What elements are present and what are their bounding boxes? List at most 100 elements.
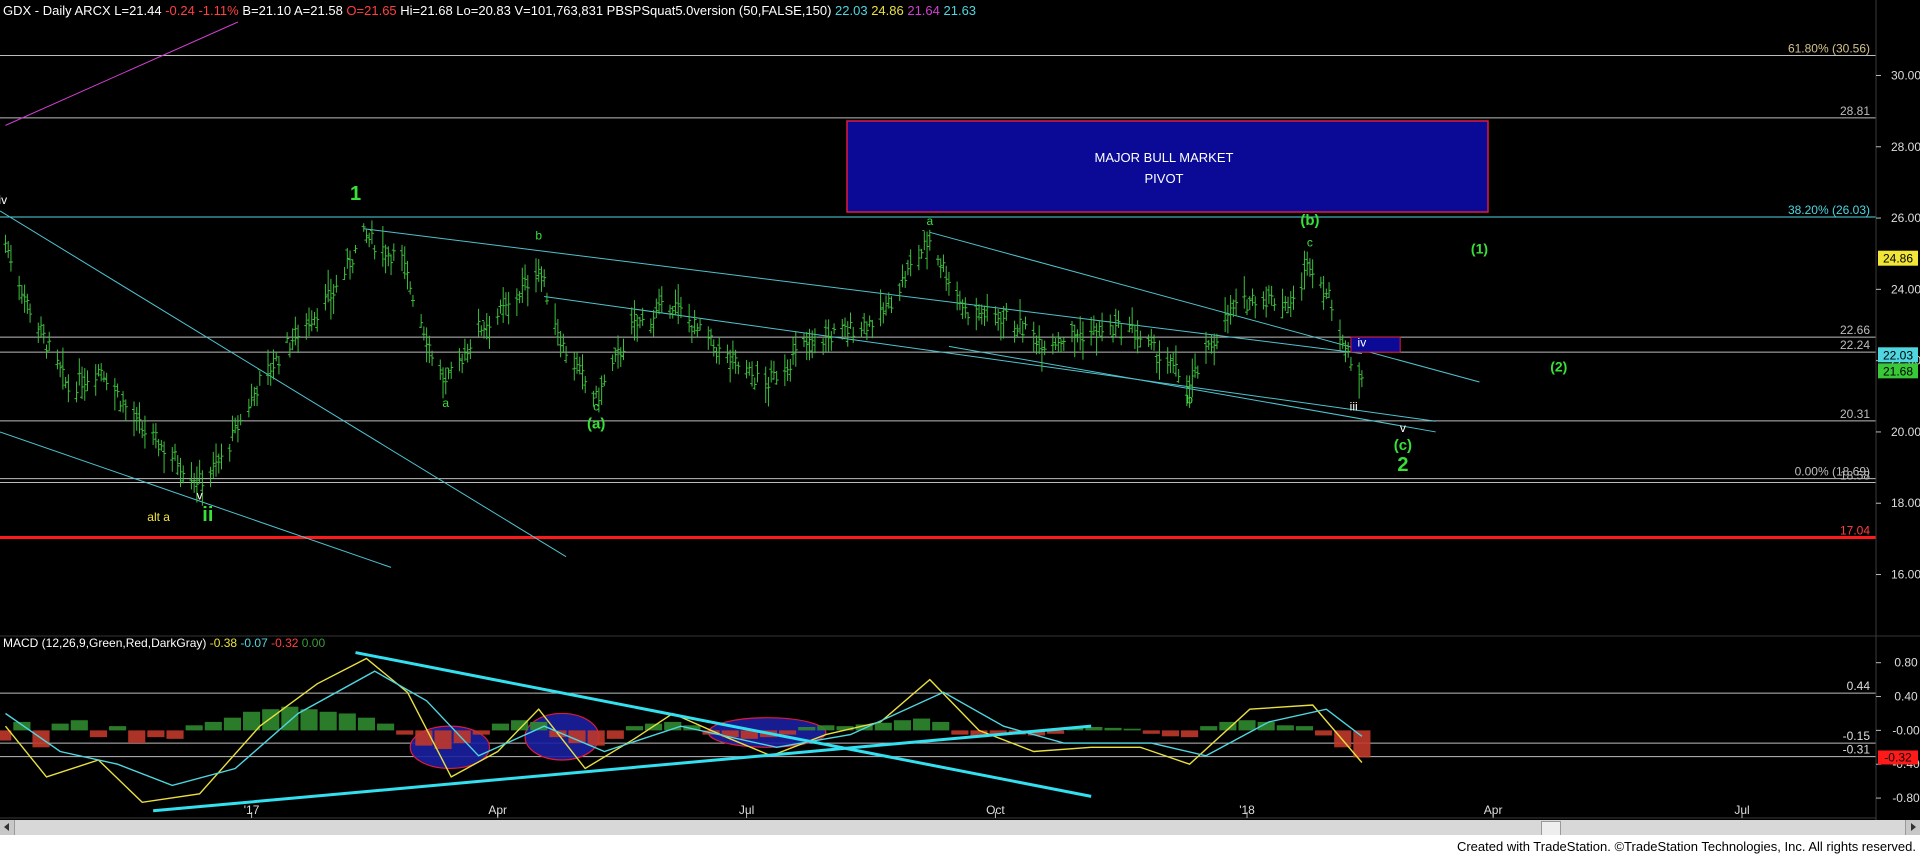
price-bar	[58, 361, 63, 378]
price-bar	[307, 307, 312, 337]
price-bar	[635, 313, 640, 342]
price-bar	[208, 466, 213, 488]
header-field: L=21.44	[111, 3, 162, 18]
price-bar	[1327, 282, 1332, 298]
macd-histogram-bar	[1353, 730, 1371, 758]
price-bar	[782, 354, 787, 387]
price-bar	[905, 259, 910, 276]
price-bar	[290, 328, 295, 351]
price-bar	[730, 340, 735, 370]
price-bar	[1146, 334, 1151, 348]
price-bar	[840, 318, 845, 340]
price-bar	[82, 368, 87, 401]
price-bar	[3, 234, 8, 253]
price-bar	[1250, 288, 1255, 306]
macd-histogram-bar	[89, 730, 108, 738]
trend-line	[0, 431, 392, 568]
header-field: -0.38	[206, 636, 237, 650]
price-bar	[766, 376, 771, 407]
price-bar	[1059, 337, 1064, 353]
macd-histogram-bar	[70, 720, 88, 731]
price-tag-label: 22.03	[1883, 348, 1913, 362]
wave-label: b	[535, 228, 542, 242]
price-bar	[443, 367, 448, 395]
price-bar	[1173, 345, 1178, 377]
price-bar	[364, 229, 369, 244]
price-bar	[1070, 321, 1074, 343]
price-bar	[1359, 370, 1364, 388]
level-label: 61.80% (30.56)	[1788, 42, 1870, 56]
price-bar	[955, 281, 960, 311]
wave-label: iii	[1350, 400, 1358, 414]
chevron-right-icon	[1911, 823, 1916, 831]
price-bar	[1264, 286, 1269, 318]
price-bar	[728, 349, 733, 383]
price-bar	[602, 374, 607, 387]
macd-histogram-bar	[128, 730, 146, 744]
macd-histogram-bar	[415, 730, 433, 746]
wave-label: alt a	[147, 510, 170, 524]
price-bar	[594, 385, 599, 399]
header-field: A=21.58	[291, 3, 343, 18]
macd-histogram-bar	[951, 730, 969, 735]
price-bar	[654, 298, 659, 319]
macd-histogram-bar	[185, 725, 203, 731]
price-bar	[1225, 304, 1230, 334]
price-bar	[460, 353, 465, 374]
wave-label: (a)	[587, 415, 605, 432]
price-tag-label: 24.86	[1883, 252, 1913, 266]
y-tick-label: 18.00	[1891, 496, 1920, 510]
price-bar	[1299, 272, 1304, 301]
price-bar	[1223, 297, 1228, 333]
price-bar	[843, 317, 848, 337]
price-bar	[255, 385, 260, 407]
level-label: 28.81	[1840, 104, 1870, 118]
price-bar	[629, 307, 634, 335]
header-field: MACD (12,26,9,Green,Red,DarkGray)	[3, 636, 206, 650]
price-bar	[1119, 324, 1124, 346]
wave-label: a	[442, 396, 449, 410]
header-field: 24.86	[868, 3, 904, 18]
x-tick-label: Jul	[1734, 803, 1749, 817]
macd-tick-label: -0.80	[1892, 791, 1920, 805]
macd-tick-label: 0.80	[1894, 656, 1918, 670]
price-bar	[383, 244, 388, 274]
price-bar	[1171, 351, 1176, 374]
macd-histogram-bar	[798, 727, 816, 731]
price-bar	[334, 274, 339, 293]
header-field: GDX - Daily ARCX	[3, 3, 111, 18]
header-field: -0.24	[162, 3, 195, 18]
price-bar	[919, 248, 924, 259]
scroll-left-button[interactable]	[0, 820, 15, 835]
price-bar	[1111, 325, 1116, 343]
chevron-left-icon	[4, 823, 9, 831]
price-bar	[400, 244, 404, 272]
macd-histogram-bar	[396, 730, 414, 735]
price-bar	[1357, 362, 1362, 399]
macd-histogram-bar	[300, 709, 318, 731]
price-bar	[151, 423, 156, 445]
price-bar	[517, 291, 522, 304]
header-field: B=21.10	[239, 3, 291, 18]
price-bar	[309, 310, 314, 332]
scroll-right-button[interactable]	[1905, 820, 1920, 835]
price-bar	[908, 249, 913, 277]
price-bar	[419, 314, 424, 329]
footer-copyright: Created with TradeStation. ©TradeStation…	[1456, 839, 1916, 854]
price-bar	[514, 288, 519, 316]
horizontal-scrollbar[interactable]	[0, 820, 1920, 836]
price-bar	[268, 362, 273, 386]
price-bar	[391, 243, 396, 261]
price-bar	[227, 444, 232, 462]
price-bar	[1061, 337, 1066, 351]
macd-level-label: -0.31	[1843, 743, 1871, 757]
price-bar	[1012, 320, 1017, 343]
price-bar	[462, 338, 467, 361]
price-bar	[104, 372, 109, 391]
wave-label: iv	[0, 193, 7, 207]
x-tick-label: Jul	[739, 803, 754, 817]
price-bar	[755, 361, 760, 383]
scroll-thumb[interactable]	[1541, 821, 1561, 836]
price-bar	[985, 293, 990, 322]
x-tick-label: Apr	[1484, 803, 1503, 817]
